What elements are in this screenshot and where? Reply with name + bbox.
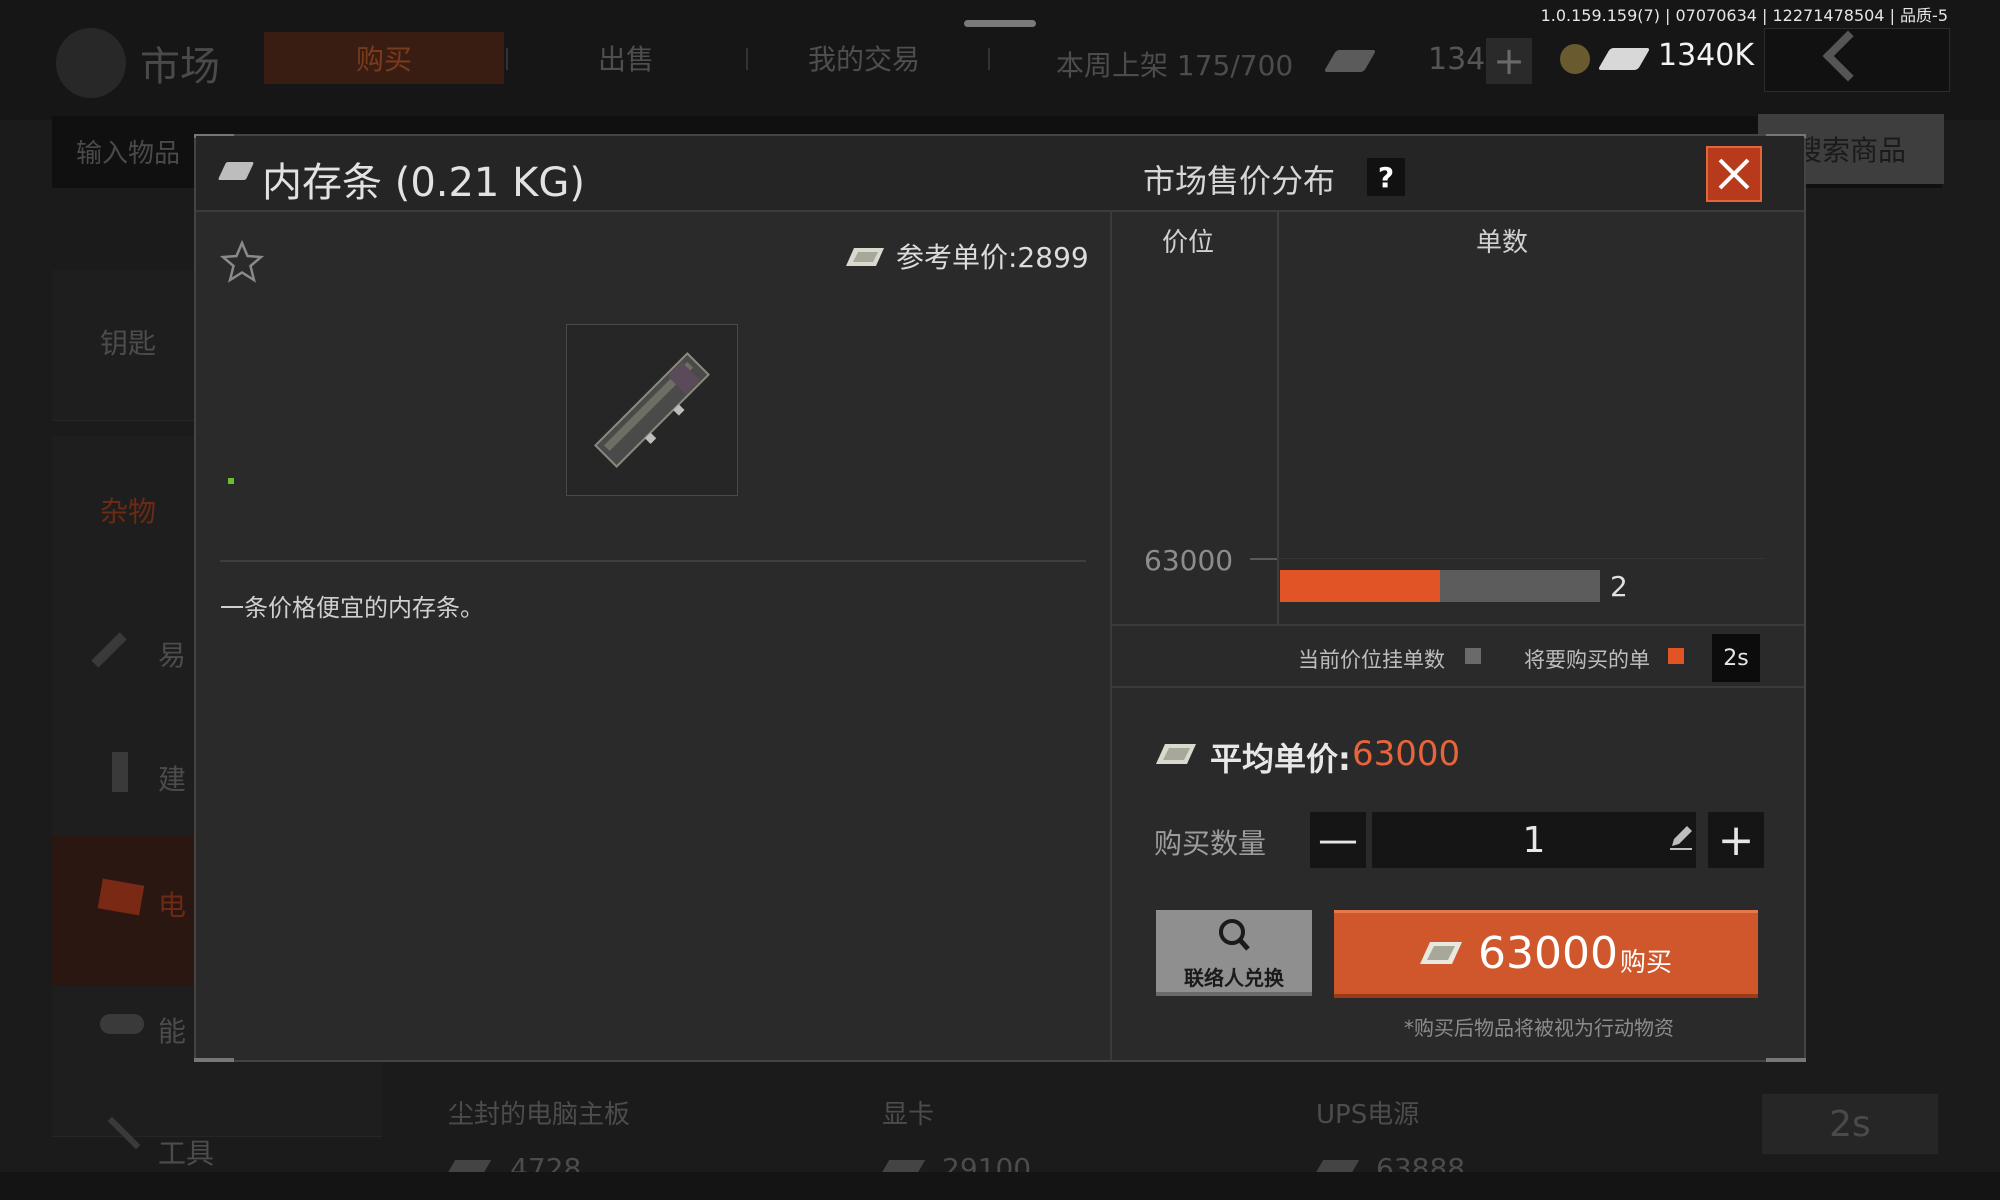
item-image [566, 324, 738, 496]
item-card-name[interactable]: 尘封的电脑主板 [448, 1094, 630, 1131]
version-text: 1.0.159.159(7) | 07070634 | 12271478504 … [1540, 6, 1948, 25]
frame-corner [1766, 1058, 1806, 1062]
buy-button-label: 购买 [1620, 948, 1673, 978]
chart-ylabel: 价位 [1162, 228, 1215, 258]
item-card-name[interactable]: UPS电源 [1316, 1094, 1419, 1131]
sidebar-item-label: 电 [158, 889, 187, 922]
bottom-strip [0, 1172, 2000, 1200]
legend-label-listed: 当前价位挂单数 [1298, 648, 1445, 672]
decrease-quantity-button[interactable]: — [1310, 812, 1366, 868]
separator [220, 560, 1086, 562]
tools-icon [112, 752, 128, 792]
sidebar-item-label: 工具 [158, 1137, 215, 1170]
frame-corner [194, 1058, 234, 1062]
battery-icon [100, 1014, 144, 1034]
pull-handle[interactable] [964, 20, 1036, 27]
bar-buy-orders [1280, 570, 1440, 602]
contact-exchange-label: 联络人兑换 [1184, 966, 1284, 990]
tab-my-trades[interactable]: 我的交易 [808, 38, 920, 78]
help-button[interactable]: ? [1367, 158, 1405, 196]
item-title: 内存条 (0.21 KG) [262, 160, 585, 206]
legend-swatch-listed [1465, 648, 1481, 664]
status-dot [228, 478, 234, 484]
cash-icon [1156, 744, 1196, 764]
favorite-button[interactable] [219, 239, 265, 288]
refresh-timer: 2s [1762, 1094, 1938, 1154]
search-input[interactable]: 输入物品 [76, 133, 180, 170]
buy-total-price: 63000 [1478, 928, 1618, 979]
star-icon [219, 239, 265, 283]
market-logo-icon [56, 28, 126, 98]
tab-divider [988, 48, 990, 70]
memory-stick-image [594, 352, 710, 468]
sidebar-item-label: 钥匙 [100, 327, 157, 360]
tab-divider [746, 48, 748, 70]
legend-swatch-buy [1668, 648, 1684, 664]
reference-price: 参考单价:2899 [896, 241, 1089, 274]
refresh-countdown[interactable]: 2s [1712, 634, 1760, 682]
close-button[interactable] [1706, 146, 1762, 202]
edit-pencil-icon[interactable] [1666, 822, 1696, 856]
chart-legend [1112, 624, 1804, 688]
average-price-label: 平均单价: [1210, 740, 1351, 778]
purchase-note: *购买后物品将被视为行动物资 [1404, 1016, 1674, 1040]
search-button-label: 搜索商品 [1793, 134, 1906, 167]
quantity-label: 购买数量 [1154, 827, 1267, 860]
sidebar-item-label: 能 [158, 1015, 187, 1048]
average-price-value: 63000 [1352, 734, 1461, 774]
cash-icon [846, 248, 884, 266]
item-card-name[interactable]: 显卡 [882, 1094, 934, 1131]
weekly-listing-count: 本周上架 175/700 [1056, 49, 1294, 82]
increase-quantity-button[interactable]: + [1708, 812, 1764, 868]
chart-tick-label: 63000 [1144, 544, 1234, 577]
price-distribution-title: 市场售价分布 [1143, 162, 1336, 200]
cash-icon [1420, 942, 1462, 964]
chart-xlabel: 单数 [1476, 228, 1529, 258]
sidebar-item-label: 建 [158, 763, 187, 796]
market-title: 市场 [140, 44, 220, 90]
item-description: 一条价格便宜的内存条。 [220, 594, 484, 622]
currency-b: 1340K [1658, 38, 1755, 73]
coin-icon [1560, 44, 1590, 74]
chart-axis [1277, 212, 1279, 624]
tab-buy[interactable]: 购买 [264, 32, 504, 84]
tab-sell[interactable]: 出售 [598, 38, 654, 78]
quantity-field[interactable]: 1 [1372, 812, 1696, 868]
add-currency-button[interactable]: + [1486, 38, 1532, 84]
sidebar-item-label: 易 [158, 639, 187, 672]
tab-divider [506, 48, 508, 70]
close-icon [1718, 158, 1750, 190]
bar-value-label: 2 [1610, 570, 1628, 603]
chart-tick [1250, 558, 1277, 560]
sidebar-item-label: 杂物 [100, 495, 157, 528]
chart-gridline [1250, 558, 1766, 559]
legend-label-buy: 将要购买的单 [1524, 648, 1650, 672]
search-icon [1214, 916, 1254, 960]
